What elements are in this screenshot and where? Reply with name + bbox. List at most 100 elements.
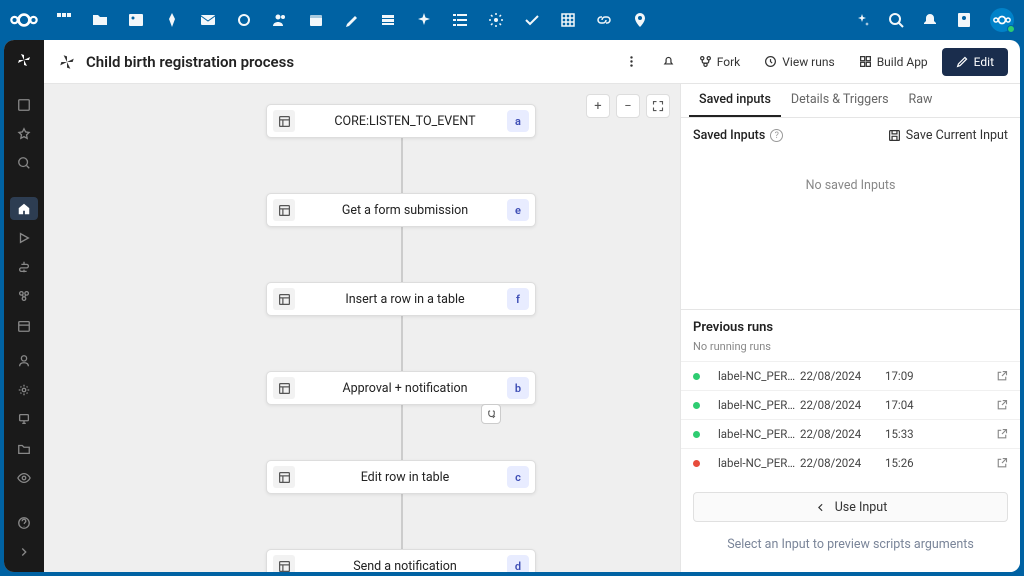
node-type-icon: [273, 555, 295, 572]
flow-canvas[interactable]: + − CORE:LISTEN_TO_EVENTa Get a form subm…: [44, 84, 680, 572]
link-icon[interactable]: [596, 12, 612, 28]
flow-node[interactable]: Edit row in tablec: [266, 460, 536, 494]
view-runs-button[interactable]: View runs: [754, 48, 844, 76]
more-button[interactable]: [615, 48, 648, 76]
external-link-icon[interactable]: [996, 399, 1008, 411]
photos-icon[interactable]: [128, 12, 144, 28]
files-icon[interactable]: [92, 12, 108, 28]
sidebar-home-icon[interactable]: [10, 197, 38, 220]
sidebar-star-icon[interactable]: [10, 122, 38, 145]
tab-saved-inputs[interactable]: Saved inputs: [689, 84, 781, 117]
sidebar-eye-icon[interactable]: [10, 466, 38, 489]
node-letter: a: [507, 110, 529, 132]
sidebar-gear-icon[interactable]: [10, 378, 38, 401]
run-date: 22/08/2024: [800, 369, 885, 383]
node-label: Send a notification: [303, 559, 507, 573]
calendar-icon[interactable]: [308, 12, 324, 28]
sidebar-search-icon[interactable]: [10, 152, 38, 175]
activity-icon[interactable]: [164, 12, 180, 28]
nextcloud-logo[interactable]: [10, 6, 38, 34]
node-type-icon: [273, 110, 295, 132]
sidebar-variables-icon[interactable]: [10, 255, 38, 278]
help-icon[interactable]: ?: [770, 129, 783, 142]
sidebar-workspace-icon[interactable]: [10, 93, 38, 116]
tab-raw[interactable]: Raw: [899, 84, 943, 117]
flow-node[interactable]: CORE:LISTEN_TO_EVENTa: [266, 104, 536, 138]
saved-inputs-label: Saved Inputs: [693, 128, 765, 143]
run-date: 22/08/2024: [800, 456, 885, 470]
build-app-button[interactable]: Build App: [849, 48, 938, 76]
flow-node[interactable]: Approval + notificationb: [266, 371, 536, 405]
assistant-icon[interactable]: [416, 12, 432, 28]
run-row[interactable]: label-NC_PERS...22/08/202415:33: [681, 419, 1020, 448]
zoom-in-button[interactable]: +: [586, 94, 610, 118]
external-link-icon[interactable]: [996, 428, 1008, 440]
node-type-icon: [273, 466, 295, 488]
node-letter: b: [507, 377, 529, 399]
node-label: CORE:LISTEN_TO_EVENT: [303, 114, 507, 129]
sidebar-workers-icon[interactable]: [10, 408, 38, 431]
external-link-icon[interactable]: [996, 370, 1008, 382]
mail-icon[interactable]: [200, 12, 216, 28]
tables-icon[interactable]: [560, 12, 576, 28]
phone-icon: [481, 404, 501, 424]
node-letter: e: [507, 199, 529, 221]
run-row[interactable]: label-NC_PERS...22/08/202415:26: [681, 448, 1020, 477]
previous-runs-label: Previous runs: [681, 309, 1020, 340]
node-letter: c: [507, 466, 529, 488]
dashboard-icon[interactable]: [56, 12, 72, 28]
deck-icon[interactable]: [380, 12, 396, 28]
flow-node[interactable]: Insert a row in a tablef: [266, 282, 536, 316]
node-label: Edit row in table: [303, 470, 507, 485]
run-row[interactable]: label-NC_PERS...22/08/202417:04: [681, 390, 1020, 419]
flow-node[interactable]: Get a form submissione: [266, 193, 536, 227]
workflow-icon: [56, 51, 78, 73]
run-time: 17:04: [885, 398, 935, 412]
sidebar-help-icon[interactable]: [10, 511, 38, 534]
node-type-icon: [273, 377, 295, 399]
user-avatar[interactable]: [990, 8, 1014, 32]
bell-button[interactable]: [652, 48, 685, 76]
use-input-button[interactable]: Use Input: [693, 492, 1008, 522]
no-saved-message: No saved Inputs: [681, 153, 1020, 218]
zoom-out-button[interactable]: −: [616, 94, 640, 118]
sidebar-users-icon[interactable]: [10, 349, 38, 372]
run-date: 22/08/2024: [800, 398, 885, 412]
sparkle-icon[interactable]: [854, 12, 870, 28]
tab-details[interactable]: Details & Triggers: [781, 84, 899, 117]
node-label: Insert a row in a table: [303, 292, 507, 307]
node-type-icon: [273, 288, 295, 310]
page-title: Child birth registration process: [86, 53, 294, 71]
run-time: 15:26: [885, 456, 935, 470]
maps-icon[interactable]: [632, 12, 648, 28]
contacts-menu-icon[interactable]: [956, 12, 972, 28]
no-running-message: No running runs: [681, 340, 1020, 361]
run-row[interactable]: label-NC_PERS...22/08/202417:09: [681, 361, 1020, 390]
sidebar-folders-icon[interactable]: [10, 437, 38, 460]
notifications-icon[interactable]: [922, 12, 938, 28]
edit-button[interactable]: Edit: [942, 48, 1008, 76]
external-link-icon[interactable]: [996, 457, 1008, 469]
sidebar-resources-icon[interactable]: [10, 285, 38, 308]
notes-icon[interactable]: [344, 12, 360, 28]
sidebar-expand-icon[interactable]: [10, 541, 38, 564]
fullscreen-button[interactable]: [646, 94, 670, 118]
windmill-icon[interactable]: [10, 48, 38, 71]
run-label: label-NC_PERS...: [718, 398, 800, 412]
settings-icon[interactable]: [488, 12, 504, 28]
status-dot: [693, 402, 700, 409]
sidebar-runs-icon[interactable]: [10, 226, 38, 249]
tasks-icon[interactable]: [452, 12, 468, 28]
contacts-icon[interactable]: [272, 12, 288, 28]
check-icon[interactable]: [524, 12, 540, 28]
top-bar: [0, 0, 1024, 40]
page-header: Child birth registration process Fork Vi…: [44, 40, 1020, 84]
run-label: label-NC_PERS...: [718, 456, 800, 470]
talk-icon[interactable]: [236, 12, 252, 28]
fork-button[interactable]: Fork: [689, 48, 751, 76]
sidebar-schedules-icon[interactable]: [10, 314, 38, 337]
save-current-input-button[interactable]: Save Current Input: [888, 128, 1008, 143]
search-icon[interactable]: [888, 12, 904, 28]
flow-node[interactable]: Send a notificationd: [266, 549, 536, 572]
top-app-icons: [56, 12, 648, 28]
